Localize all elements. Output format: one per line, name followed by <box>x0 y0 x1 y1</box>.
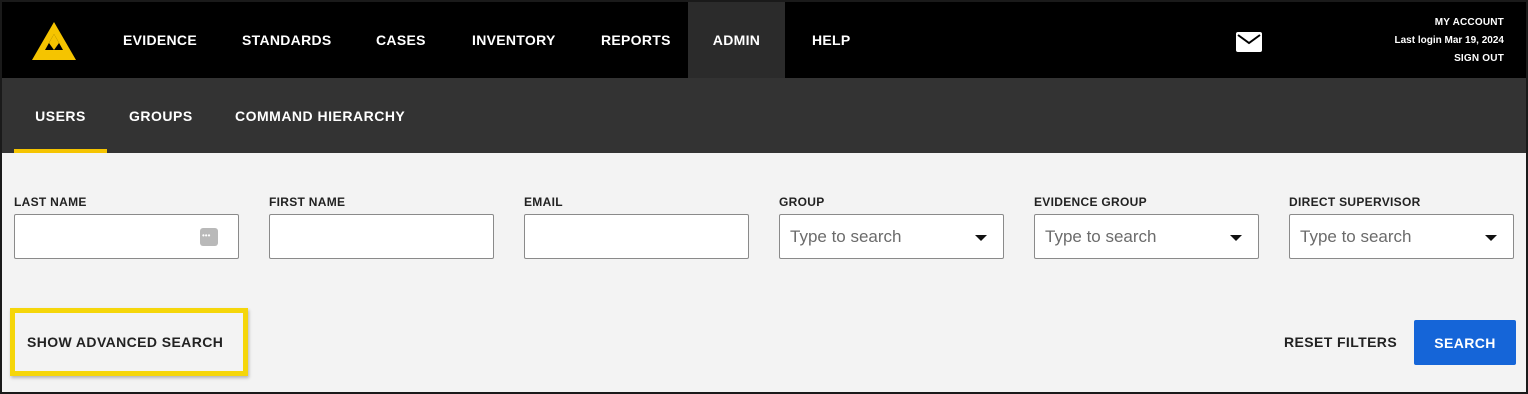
email-input[interactable] <box>535 215 738 258</box>
nav-item-cases[interactable]: CASES <box>356 2 446 78</box>
last-name-field: LAST NAME <box>14 194 239 259</box>
nav-item-admin[interactable]: ADMIN <box>688 2 785 78</box>
last-name-label: LAST NAME <box>14 195 87 209</box>
evidence-group-search-input[interactable] <box>1045 215 1248 258</box>
direct-supervisor-field: DIRECT SUPERVISOR <box>1289 194 1514 259</box>
app-logo[interactable] <box>30 20 78 62</box>
evidence-group-field: EVIDENCE GROUP <box>1034 194 1259 259</box>
my-account-link[interactable]: MY ACCOUNT <box>1395 14 1505 32</box>
direct-supervisor-search-input[interactable] <box>1300 215 1503 258</box>
last-login-text: Last login Mar 19, 2024 <box>1394 35 1505 46</box>
caret-down-icon[interactable] <box>1230 235 1242 241</box>
mail-icon[interactable] <box>1236 32 1262 52</box>
first-name-input[interactable] <box>280 215 483 258</box>
nav-item-inventory[interactable]: INVENTORY <box>452 2 576 78</box>
first-name-field: FIRST NAME <box>269 194 494 259</box>
evidence-group-label: EVIDENCE GROUP <box>1034 195 1147 209</box>
group-search-input[interactable] <box>790 215 993 258</box>
nav-item-help[interactable]: HELP <box>792 2 871 78</box>
top-nav-bar: EVIDENCE STANDARDS CASES INVENTORY REPOR… <box>2 2 1526 78</box>
caret-down-icon[interactable] <box>1485 235 1497 241</box>
account-menu: MY ACCOUNT Last login Mar 19, 2024 SIGN … <box>1395 14 1505 68</box>
first-name-input-wrapper <box>269 214 494 259</box>
direct-supervisor-label: DIRECT SUPERVISOR <box>1289 195 1421 209</box>
nav-item-evidence[interactable]: EVIDENCE <box>103 2 217 78</box>
group-field: GROUP <box>779 194 1004 259</box>
nav-item-standards[interactable]: STANDARDS <box>222 2 352 78</box>
evidence-group-select[interactable] <box>1034 214 1259 259</box>
sign-out-link[interactable]: SIGN OUT <box>1395 50 1505 68</box>
tab-command-hierarchy[interactable]: COMMAND HIERARCHY <box>213 78 427 153</box>
last-name-input[interactable] <box>25 215 228 258</box>
email-field: EMAIL <box>524 194 749 259</box>
nav-item-reports[interactable]: REPORTS <box>581 2 691 78</box>
group-select[interactable] <box>779 214 1004 259</box>
tab-groups[interactable]: GROUPS <box>107 78 215 153</box>
show-advanced-search-button[interactable]: SHOW ADVANCED SEARCH <box>10 308 248 376</box>
direct-supervisor-select[interactable] <box>1289 214 1514 259</box>
caret-down-icon[interactable] <box>975 235 987 241</box>
last-name-input-wrapper <box>14 214 239 259</box>
search-button[interactable]: SEARCH <box>1414 320 1516 365</box>
first-name-label: FIRST NAME <box>269 195 346 209</box>
reset-filters-button[interactable]: RESET FILTERS <box>1270 320 1411 364</box>
email-label: EMAIL <box>524 195 563 209</box>
app-window: EVIDENCE STANDARDS CASES INVENTORY REPOR… <box>0 0 1528 394</box>
group-label: GROUP <box>779 195 825 209</box>
password-dots-icon <box>200 228 218 246</box>
email-input-wrapper <box>524 214 749 259</box>
sub-nav-bar: USERS GROUPS COMMAND HIERARCHY <box>2 78 1526 153</box>
tab-users[interactable]: USERS <box>14 78 107 153</box>
